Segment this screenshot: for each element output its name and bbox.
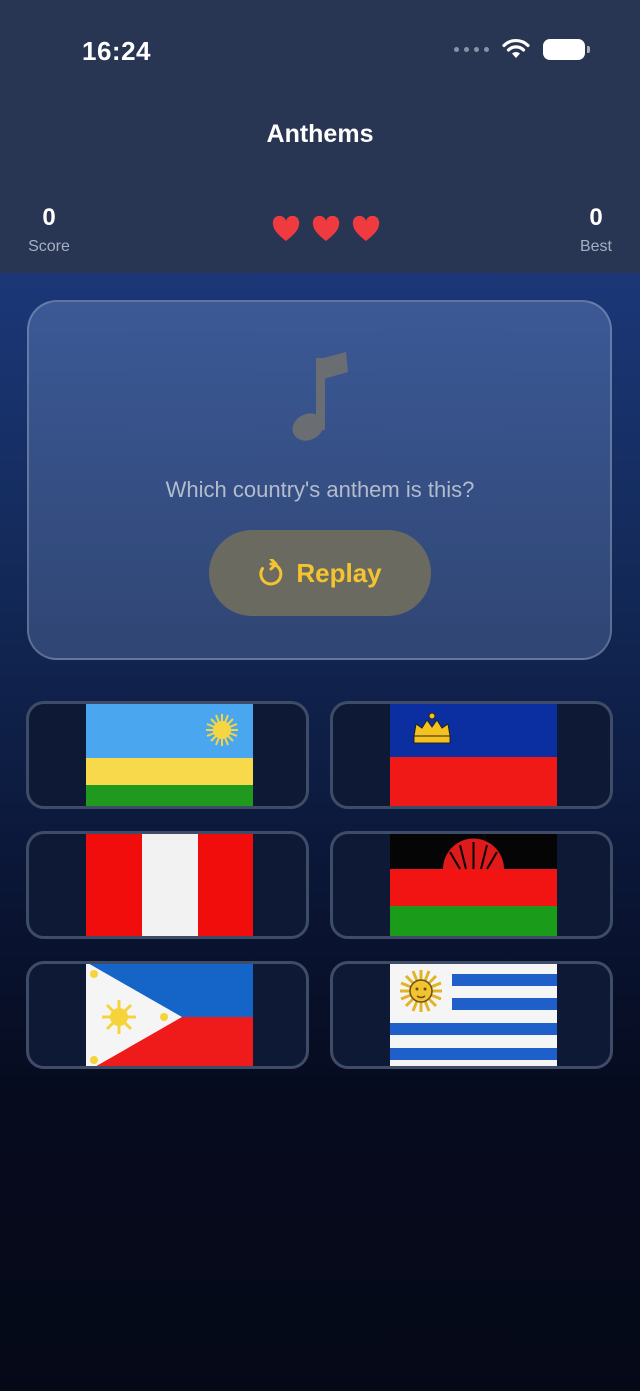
option-uruguay[interactable] bbox=[330, 961, 613, 1069]
score-stat: 0 Score bbox=[24, 204, 74, 256]
music-note-icon bbox=[292, 352, 348, 441]
wifi-icon bbox=[502, 38, 530, 58]
replay-button[interactable]: Replay bbox=[209, 530, 431, 616]
heart-icon bbox=[312, 216, 340, 242]
flag-liechtenstein bbox=[390, 704, 557, 806]
score-label: Score bbox=[28, 238, 70, 255]
replay-label: Replay bbox=[296, 557, 382, 588]
flag-peru bbox=[86, 834, 253, 936]
signal-dots-icon bbox=[454, 46, 489, 52]
status-time: 16:24 bbox=[82, 36, 151, 66]
best-value: 0 bbox=[589, 204, 603, 231]
best-stat: 0 Best bbox=[576, 204, 616, 256]
option-rwanda[interactable] bbox=[26, 701, 309, 809]
option-malawi[interactable] bbox=[330, 831, 613, 939]
option-liechtenstein[interactable] bbox=[330, 701, 613, 809]
best-label: Best bbox=[579, 238, 612, 255]
heart-icon bbox=[352, 216, 380, 242]
page-title: Anthems bbox=[266, 120, 374, 148]
heart-icon bbox=[272, 216, 300, 242]
question-text: Which country's anthem is this? bbox=[165, 477, 475, 502]
option-philippines[interactable] bbox=[26, 961, 309, 1069]
option-peru[interactable] bbox=[26, 831, 309, 939]
score-value: 0 bbox=[42, 204, 56, 231]
flag-malawi bbox=[390, 834, 557, 936]
lives-indicator bbox=[272, 216, 380, 242]
replay-icon bbox=[259, 559, 283, 586]
top-bar: 16:24 Anthems 0 Score 0 Best bbox=[0, 0, 640, 273]
flag-uruguay bbox=[390, 964, 557, 1066]
battery-icon bbox=[543, 38, 590, 60]
flag-rwanda bbox=[86, 704, 253, 806]
status-icons bbox=[454, 38, 590, 60]
flag-philippines bbox=[86, 964, 253, 1066]
